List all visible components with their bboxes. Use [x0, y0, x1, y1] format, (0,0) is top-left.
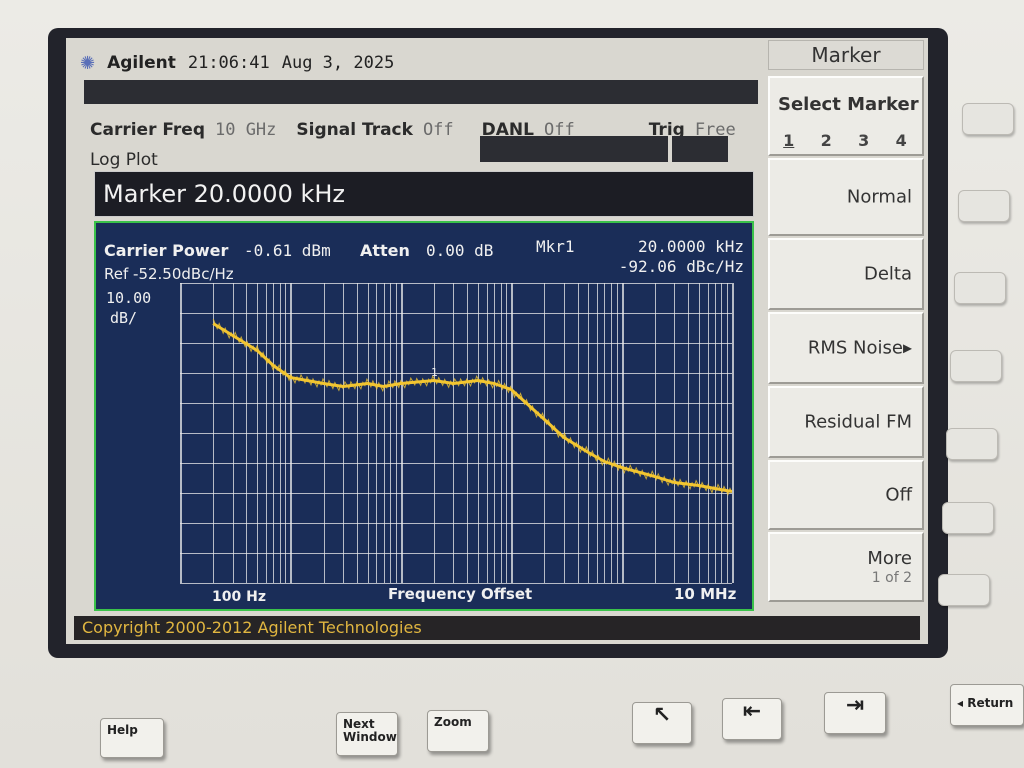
- marker-number-options: 1 2 3 4: [770, 131, 920, 150]
- hardware-softkey-3[interactable]: [954, 272, 1006, 304]
- carrier-power-value: -0.61 dBm: [244, 241, 331, 260]
- copyright-footer: Copyright 2000-2012 Agilent Technologies: [74, 616, 920, 640]
- brand-name: Agilent: [107, 53, 176, 73]
- trace-plot: Carrier Power -0.61 dBm Atten 0.00 dB Mk…: [94, 221, 754, 611]
- time-readout: 21:06:41: [187, 53, 270, 73]
- rms-noise-label: RMS Noise▸: [807, 337, 912, 359]
- arrow-up-left-icon: ↖: [652, 703, 672, 728]
- hardware-softkey-4[interactable]: [950, 350, 1002, 382]
- residual-fm-key[interactable]: Residual FM: [768, 386, 924, 458]
- return-button-label: Return: [967, 696, 1014, 710]
- hardware-softkey-7[interactable]: [938, 574, 990, 606]
- marker-option-3[interactable]: 3: [858, 131, 869, 150]
- x-stop-label: 10 MHz: [674, 585, 737, 603]
- agilent-logo-icon: ✺: [80, 52, 96, 74]
- tab-right-icon: ⇥: [845, 693, 865, 718]
- softkey-menu: Marker Select Marker 1 2 3 4 Normal Delt…: [768, 40, 924, 640]
- more-label: More: [867, 548, 912, 569]
- help-button[interactable]: Help: [100, 718, 164, 758]
- normal-key[interactable]: Normal: [768, 158, 924, 236]
- carrier-freq-label: Carrier Freq: [90, 120, 205, 140]
- delta-key[interactable]: Delta: [768, 238, 924, 310]
- atten-value: 0.00 dB: [426, 241, 494, 260]
- off-key[interactable]: Off: [768, 460, 924, 530]
- carrier-freq-value: 10 GHz: [214, 120, 277, 140]
- marker-frequency: 20.0000 kHz: [638, 237, 744, 256]
- status-field-1: [480, 136, 668, 162]
- marker-option-4[interactable]: 4: [896, 131, 907, 150]
- help-button-label: Help: [107, 723, 138, 737]
- next-window-button[interactable]: Next Window: [336, 712, 398, 756]
- off-label: Off: [885, 484, 912, 506]
- tab-left-icon: ⇤: [742, 699, 762, 724]
- phase-noise-trace: [212, 322, 732, 493]
- marker-option-1[interactable]: 1: [783, 131, 794, 150]
- more-page-indicator: 1 of 2: [871, 570, 912, 586]
- rms-noise-key[interactable]: RMS Noise▸: [768, 312, 924, 384]
- date-readout: Aug 3, 2025: [281, 53, 395, 73]
- marker-1-indicator: 1: [431, 365, 438, 379]
- mode-row: Log Plot: [90, 150, 158, 170]
- residual-fm-label: Residual FM: [804, 411, 912, 433]
- scale-unit: dB/: [110, 309, 138, 327]
- tab-left-button[interactable]: ⇤: [722, 698, 782, 740]
- return-button[interactable]: ◂ Return: [950, 684, 1024, 726]
- graticule-horizontal-line: [180, 583, 732, 584]
- atten-label: Atten: [360, 241, 410, 260]
- arrow-up-left-button[interactable]: ↖: [632, 702, 692, 744]
- active-entry-field[interactable]: Marker 20.0000 kHz: [94, 171, 754, 217]
- normal-label: Normal: [846, 186, 912, 208]
- next-window-line-2: Window: [343, 730, 397, 744]
- select-marker-label: Select Marker: [778, 94, 919, 115]
- marker-option-2[interactable]: 2: [821, 131, 832, 150]
- hardware-softkey-1[interactable]: [962, 103, 1014, 135]
- delta-label: Delta: [863, 263, 912, 285]
- mode-label: Log Plot: [90, 150, 158, 170]
- plot-graticule: 1: [180, 283, 734, 584]
- hardware-softkey-6[interactable]: [942, 502, 994, 534]
- tab-right-button[interactable]: ⇥: [824, 692, 886, 734]
- signal-track-value: Off: [422, 120, 454, 140]
- scale-value: 10.00: [106, 289, 152, 307]
- more-key[interactable]: More 1 of 2: [768, 532, 924, 602]
- status-header: ✺ Agilent 21:06:41 Aug 3, 2025: [80, 48, 760, 78]
- menu-title: Marker: [768, 40, 924, 70]
- return-arrow-icon: ◂: [957, 696, 964, 710]
- hardware-softkey-2[interactable]: [958, 190, 1010, 222]
- rms-noise-text: RMS Noise: [807, 337, 903, 359]
- reference-level: Ref -52.50dBc/Hz: [104, 265, 234, 283]
- trace-svg: [212, 318, 732, 496]
- graticule-vertical-line: [732, 283, 734, 583]
- zoom-button[interactable]: Zoom: [427, 710, 489, 752]
- x-axis-label: Frequency Offset: [388, 585, 533, 603]
- carrier-power-label: Carrier Power: [104, 241, 229, 260]
- analyzer-screen: ✺ Agilent 21:06:41 Aug 3, 2025 Carrier F…: [66, 38, 928, 644]
- zoom-button-label: Zoom: [434, 715, 472, 729]
- hardware-softkey-5[interactable]: [946, 428, 998, 460]
- next-window-line-1: Next: [343, 717, 375, 731]
- marker-level: -92.06 dBc/Hz: [618, 257, 744, 276]
- x-start-label: 100 Hz: [212, 589, 266, 605]
- message-bar: [84, 80, 758, 104]
- select-marker-key[interactable]: Select Marker 1 2 3 4: [768, 76, 924, 156]
- status-field-2: [672, 136, 728, 162]
- signal-track-label: Signal Track: [296, 120, 413, 140]
- trace-noise-band: [212, 318, 732, 496]
- marker-label: Mkr1: [536, 237, 575, 256]
